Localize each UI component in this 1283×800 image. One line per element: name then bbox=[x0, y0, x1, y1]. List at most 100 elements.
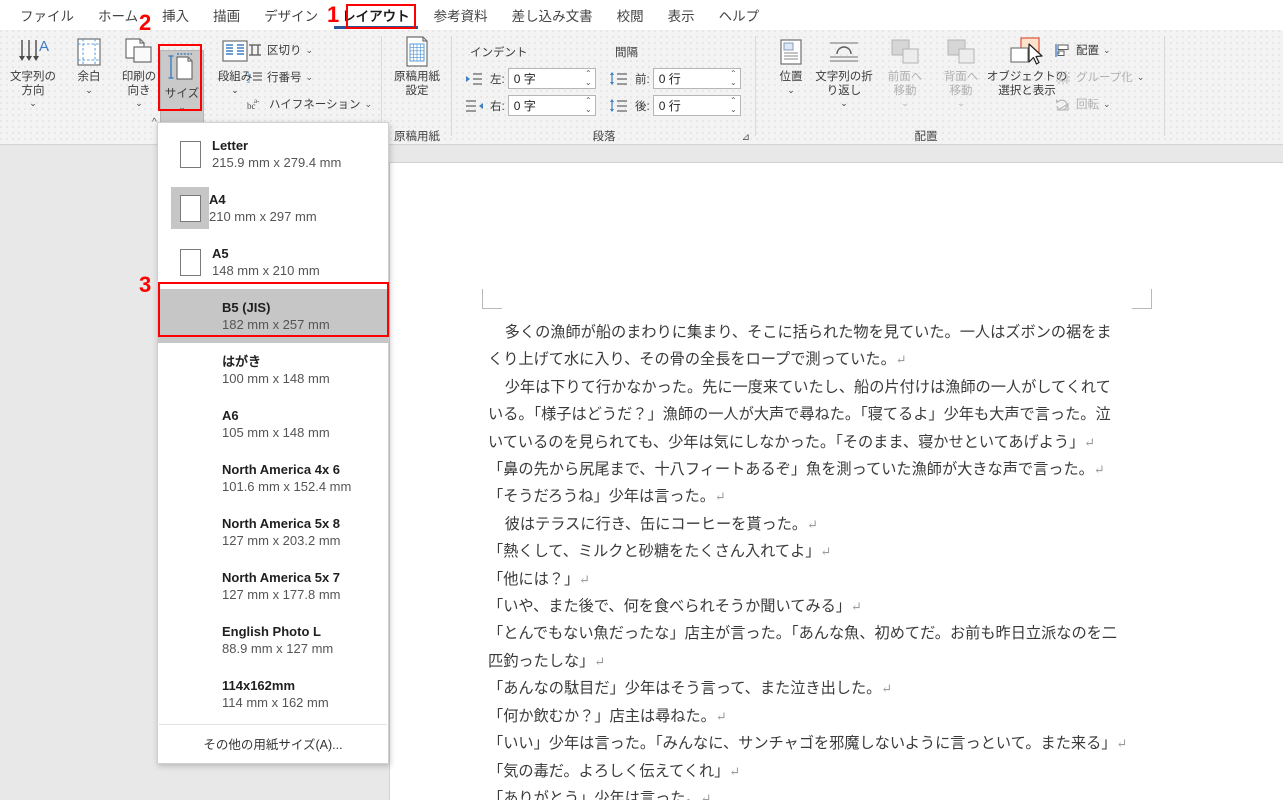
chevron-down-icon[interactable]: ⌄ bbox=[161, 102, 203, 112]
breaks-button[interactable]: 区切り ⌄ bbox=[247, 42, 313, 58]
tab-view[interactable]: 表示 bbox=[656, 1, 707, 30]
paper-size-dimensions: 100 mm x 148 mm bbox=[222, 370, 330, 388]
paper-size-dimensions: 215.9 mm x 279.4 mm bbox=[212, 154, 341, 172]
tab-file[interactable]: ファイル bbox=[8, 1, 86, 30]
indent-right-input[interactable]: 0 字 ⌃⌄ bbox=[508, 95, 596, 116]
chevron-down-icon[interactable]: ⌄ bbox=[365, 99, 373, 110]
paragraph-mark: ↵ bbox=[701, 791, 712, 800]
menu-item-paper-size[interactable]: Letter215.9 mm x 279.4 mm bbox=[158, 127, 388, 181]
chevron-down-icon[interactable]: ⌄ bbox=[6, 98, 60, 108]
chevron-down-icon[interactable]: ⌄ bbox=[62, 85, 116, 95]
position-button[interactable]: 位置 ⌄ bbox=[764, 34, 818, 95]
paper-size-dimensions: 182 mm x 257 mm bbox=[222, 316, 330, 334]
indent-left-input[interactable]: 0 字 ⌃⌄ bbox=[508, 68, 596, 89]
paragraph-mark: ↵ bbox=[594, 654, 605, 669]
tab-draw[interactable]: 描画 bbox=[201, 1, 252, 30]
line-numbers-button[interactable]: 1 2 行番号 ⌄ bbox=[247, 69, 313, 85]
menu-item-paper-size[interactable]: North America 5x 7127 mm x 177.8 mm bbox=[158, 559, 388, 613]
indent-right-icon bbox=[466, 99, 483, 113]
orientation-button[interactable]: 印刷の 向き ⌄ bbox=[112, 34, 166, 108]
rotate-button[interactable]: 回転 ⌄ bbox=[1054, 96, 1111, 112]
page-size-dropdown-menu[interactable]: Letter215.9 mm x 279.4 mm A4210 mm x 297 … bbox=[157, 122, 389, 764]
menu-item-paper-size[interactable]: 114x162mm114 mm x 162 mm bbox=[158, 667, 388, 721]
document-line: 「鼻の先から尻尾まで、十八フィートあるぞ」魚を測っていた漁師が大きな声で言った。… bbox=[488, 456, 1188, 483]
breaks-icon bbox=[247, 43, 263, 57]
chevron-down-icon[interactable]: ⌄ bbox=[764, 85, 818, 95]
send-backward-button[interactable]: 背面へ 移動 ⌄ bbox=[934, 34, 988, 108]
menu-item-paper-size[interactable]: A6105 mm x 148 mm bbox=[158, 397, 388, 451]
wrap-text-label-2: り返し bbox=[827, 85, 862, 97]
document-line-text: 彼はテラスに行き、缶にコーヒーを貰った。 bbox=[505, 516, 807, 533]
menu-item-paper-size[interactable]: A4210 mm x 297 mm bbox=[158, 181, 388, 235]
menu-item-paper-size[interactable]: English Photo L88.9 mm x 127 mm bbox=[158, 613, 388, 667]
tab-design[interactable]: デザイン bbox=[252, 1, 330, 30]
send-backward-icon bbox=[934, 34, 988, 70]
paragraph-mark: ↵ bbox=[579, 572, 590, 587]
indent-left-stepper[interactable]: ⌃⌄ bbox=[585, 70, 592, 87]
paragraph-dialog-launcher[interactable]: ⊿ bbox=[742, 132, 750, 143]
text-direction-button[interactable]: A 文字列の 方向 ⌄ bbox=[6, 34, 60, 108]
menu-item-text: Letter215.9 mm x 279.4 mm bbox=[212, 137, 341, 172]
chevron-down-icon[interactable]: ⌄ bbox=[934, 98, 988, 108]
paper-size-dimensions: 210 mm x 297 mm bbox=[209, 208, 317, 226]
tab-label: 表示 bbox=[668, 9, 695, 24]
tab-help[interactable]: ヘルプ bbox=[707, 1, 772, 30]
orientation-label-2: 向き bbox=[128, 85, 151, 97]
menu-item-paper-size[interactable]: B5 (JIS)182 mm x 257 mm bbox=[158, 289, 388, 343]
tab-insert[interactable]: 挿入 bbox=[150, 1, 201, 30]
manuscript-grid-icon bbox=[390, 34, 444, 70]
tab-label: 校閲 bbox=[617, 9, 644, 24]
spacing-before-stepper[interactable]: ⌃⌄ bbox=[730, 70, 737, 87]
chevron-down-icon[interactable]: ⌄ bbox=[306, 45, 314, 56]
align-button[interactable]: 配置 ⌄ bbox=[1054, 42, 1111, 58]
more-paper-sizes-menu-item[interactable]: その他の用紙サイズ(A)... bbox=[158, 725, 388, 761]
document-line: 「あんなの駄目だ」少年はそう言って、また泣き出した。↵ bbox=[488, 675, 1188, 702]
tab-review[interactable]: 校閲 bbox=[605, 1, 656, 30]
hyphenation-button[interactable]: bc a- ハイフネーション ⌄ bbox=[247, 96, 372, 112]
paper-size-name: North America 5x 7 bbox=[222, 569, 341, 586]
document-page[interactable]: 多くの漁師が船のまわりに集まり、そこに括られた物を見ていた。一人はズボンの裾をま… bbox=[390, 163, 1283, 800]
paper-size-name: North America 5x 8 bbox=[222, 515, 341, 532]
menu-item-text: A4210 mm x 297 mm bbox=[209, 191, 317, 226]
align-icon bbox=[1054, 43, 1072, 58]
indent-right-value: 0 字 bbox=[514, 97, 536, 114]
wrap-text-button[interactable]: 文字列の折 り返し ⌄ bbox=[812, 34, 876, 108]
line-numbers-icon: 1 2 bbox=[247, 70, 263, 84]
page-glyph bbox=[180, 141, 201, 168]
chevron-down-icon[interactable]: ⌄ bbox=[112, 98, 166, 108]
document-line-text: 「鼻の先から尻尾まで、十八フィートあるぞ」魚を測っていた漁師が大きな声で言った。 bbox=[488, 461, 1094, 478]
chevron-down-icon[interactable]: ⌄ bbox=[208, 85, 262, 95]
menu-item-paper-size[interactable]: North America 4x 6101.6 mm x 152.4 mm bbox=[158, 451, 388, 505]
tab-label: デザイン bbox=[264, 9, 318, 24]
tab-label: 参考資料 bbox=[434, 9, 488, 24]
menu-item-paper-size[interactable]: はがき100 mm x 148 mm bbox=[158, 343, 388, 397]
tab-mailings[interactable]: 差し込み文書 bbox=[500, 1, 605, 30]
spacing-after-input[interactable]: 0 行 ⌃⌄ bbox=[653, 95, 741, 116]
chevron-down-icon[interactable]: ⌄ bbox=[1137, 72, 1145, 83]
document-body-text[interactable]: 多くの漁師が船のまわりに集まり、そこに括られた物を見ていた。一人はズボンの裾をま… bbox=[488, 319, 1188, 800]
rotate-label: 回転 bbox=[1076, 96, 1099, 112]
paragraph-mark: ↵ bbox=[1116, 736, 1127, 751]
group-button[interactable]: グループ化 ⌄ bbox=[1054, 69, 1144, 85]
spacing-before-input[interactable]: 0 行 ⌃⌄ bbox=[653, 68, 741, 89]
margins-button[interactable]: 余白 ⌄ bbox=[62, 34, 116, 95]
bring-forward-icon bbox=[878, 34, 932, 70]
document-line-text: 少年は下りて行かなかった。先に一度来ていたし、船の片付けは漁師の一人がしてくれて bbox=[505, 379, 1111, 396]
indent-right-stepper[interactable]: ⌃⌄ bbox=[585, 97, 592, 114]
tab-refs[interactable]: 参考資料 bbox=[422, 1, 500, 30]
chevron-down-icon[interactable]: ⌄ bbox=[812, 98, 876, 108]
page-setup-expand-caret[interactable]: ^ bbox=[152, 117, 157, 128]
spacing-after-stepper[interactable]: ⌃⌄ bbox=[730, 97, 737, 114]
chevron-down-icon[interactable]: ⌄ bbox=[878, 98, 932, 108]
paragraph-mark: ↵ bbox=[820, 544, 831, 559]
tab-layout[interactable]: レイアウト bbox=[330, 1, 422, 30]
chevron-down-icon[interactable]: ⌄ bbox=[1103, 45, 1111, 56]
chevron-down-icon[interactable]: ⌄ bbox=[1103, 99, 1111, 110]
menu-item-paper-size[interactable]: A5148 mm x 210 mm bbox=[158, 235, 388, 289]
bring-forward-button[interactable]: 前面へ 移動 ⌄ bbox=[878, 34, 932, 108]
menu-item-paper-size[interactable]: North America 5x 8127 mm x 203.2 mm bbox=[158, 505, 388, 559]
chevron-down-icon[interactable]: ⌄ bbox=[306, 72, 314, 83]
paper-size-dimensions: 127 mm x 177.8 mm bbox=[222, 586, 341, 604]
manuscript-settings-button[interactable]: 原稿用紙 設定 bbox=[390, 34, 444, 98]
indent-right-field-row: 右: 0 字 ⌃⌄ bbox=[466, 95, 596, 116]
